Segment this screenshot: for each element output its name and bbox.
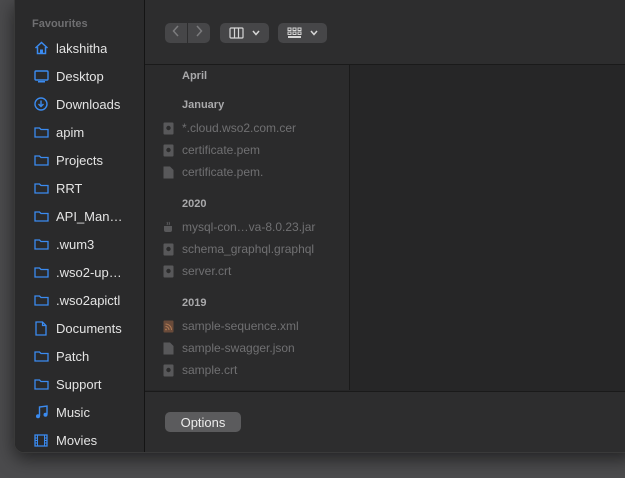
chevron-left-icon: [172, 24, 180, 42]
folder-icon: [33, 348, 49, 364]
options-button[interactable]: Options: [165, 412, 241, 432]
file-row[interactable]: certificate.pem: [162, 140, 347, 160]
file-name: mysql-con…va-8.0.23.jar: [182, 220, 316, 234]
file-name: sample-sequence.xml: [182, 319, 299, 333]
group-header-april: April: [182, 70, 208, 82]
file-row[interactable]: certificate.pem.: [162, 162, 347, 182]
certificate-icon: [162, 264, 174, 278]
sidebar-item-label: Support: [56, 376, 102, 392]
columns-view-icon: [229, 27, 244, 39]
file-row[interactable]: mysql-con…va-8.0.23.jar: [162, 217, 347, 237]
grid-group-icon: [287, 27, 302, 39]
folder-icon: [33, 152, 49, 168]
sidebar-item-label: Movies: [56, 432, 98, 448]
jar-icon: [162, 220, 174, 234]
sidebar-item-desktop[interactable]: Desktop: [23, 64, 141, 88]
chevron-right-icon: [195, 24, 203, 42]
folder-icon: [33, 236, 49, 252]
back-button[interactable]: [165, 23, 187, 43]
sidebar-item-label: RRT: [56, 180, 83, 196]
sidebar-item-movies[interactable]: Movies: [23, 428, 141, 452]
folder-icon: [33, 124, 49, 140]
certificate-icon: [162, 363, 174, 377]
blank-file-icon: [162, 165, 174, 179]
file-list-column: April January *.cloud.wso2.com.cer certi…: [145, 65, 350, 390]
sidebar-item-label: .wso2-up…: [56, 264, 122, 280]
sidebar: Favourites lakshitha Desktop Downloads a…: [15, 0, 145, 452]
sidebar-item-label: API_Man…: [56, 208, 123, 224]
forward-button[interactable]: [188, 23, 210, 43]
file-row[interactable]: sample-sequence.xml: [162, 316, 347, 336]
file-name: sample.crt: [182, 363, 238, 377]
sidebar-item-rrt[interactable]: RRT: [23, 176, 141, 200]
file-name: server.crt: [182, 264, 232, 278]
download-icon: [33, 96, 49, 112]
file-name: schema_graphql.graphql: [182, 242, 315, 256]
sidebar-item-label: Documents: [56, 320, 122, 336]
sidebar-item-support[interactable]: Support: [23, 372, 141, 396]
sidebar-item-label: Patch: [56, 348, 90, 364]
folder-icon: [33, 292, 49, 308]
sidebar-section-title: Favourites: [32, 18, 88, 30]
chevron-down-icon: [252, 30, 260, 36]
file-row[interactable]: server.crt: [162, 261, 347, 281]
folder-icon: [33, 208, 49, 224]
toolbar: [145, 0, 625, 65]
music-icon: [33, 404, 49, 420]
xml-feed-icon: [162, 319, 174, 333]
sidebar-item-downloads[interactable]: Downloads: [23, 92, 141, 116]
certificate-icon: [162, 242, 174, 256]
file-row[interactable]: *.cloud.wso2.com.cer: [162, 118, 347, 138]
folder-icon: [33, 264, 49, 280]
document-icon: [33, 320, 49, 336]
sidebar-item-label: Music: [56, 404, 90, 420]
sidebar-item-label: Downloads: [56, 96, 121, 112]
group-button[interactable]: [278, 23, 327, 43]
sidebar-item-projects[interactable]: Projects: [23, 148, 141, 172]
file-name: sample-swagger.json: [182, 341, 295, 355]
file-row[interactable]: sample.crt: [162, 360, 347, 380]
group-header-2020: 2020: [182, 198, 207, 210]
sidebar-item-home[interactable]: lakshitha: [23, 36, 141, 60]
file-row[interactable]: schema_graphql.graphql: [162, 239, 347, 259]
bottom-bar: Options: [145, 391, 625, 452]
sidebar-item-label: apim: [56, 124, 85, 140]
blank-file-icon: [162, 341, 174, 355]
sidebar-item-apim[interactable]: apim: [23, 120, 141, 144]
sidebar-item-wso2apictl[interactable]: .wso2apictl: [23, 288, 141, 312]
desktop-icon: [33, 68, 49, 84]
sidebar-item-label: Projects: [56, 152, 103, 168]
file-dialog-window: Favourites lakshitha Desktop Downloads a…: [14, 0, 625, 453]
main-area: April January *.cloud.wso2.com.cer certi…: [145, 0, 625, 452]
file-row[interactable]: sample-swagger.json: [162, 338, 347, 358]
view-mode-button[interactable]: [220, 23, 269, 43]
sidebar-item-wum3[interactable]: .wum3: [23, 232, 141, 256]
folder-icon: [33, 180, 49, 196]
file-name: certificate.pem: [182, 143, 261, 157]
sidebar-item-label: .wum3: [56, 236, 95, 252]
home-icon: [33, 40, 49, 56]
certificate-icon: [162, 121, 174, 135]
sidebar-item-music[interactable]: Music: [23, 400, 141, 424]
film-icon: [33, 432, 49, 448]
folder-icon: [33, 376, 49, 392]
sidebar-item-patch[interactable]: Patch: [23, 344, 141, 368]
preview-column: [350, 65, 625, 390]
file-name: *.cloud.wso2.com.cer: [182, 121, 297, 135]
group-header-january: January: [182, 99, 225, 111]
sidebar-item-documents[interactable]: Documents: [23, 316, 141, 340]
chevron-down-icon: [310, 30, 318, 36]
group-header-2019: 2019: [182, 297, 207, 309]
certificate-icon: [162, 143, 174, 157]
sidebar-item-wso2-up[interactable]: .wso2-up…: [23, 260, 141, 284]
sidebar-item-label: Desktop: [56, 68, 104, 84]
file-name: certificate.pem.: [182, 165, 264, 179]
sidebar-item-label: lakshitha: [56, 40, 108, 56]
sidebar-item-label: .wso2apictl: [56, 292, 121, 308]
sidebar-item-api-man[interactable]: API_Man…: [23, 204, 141, 228]
